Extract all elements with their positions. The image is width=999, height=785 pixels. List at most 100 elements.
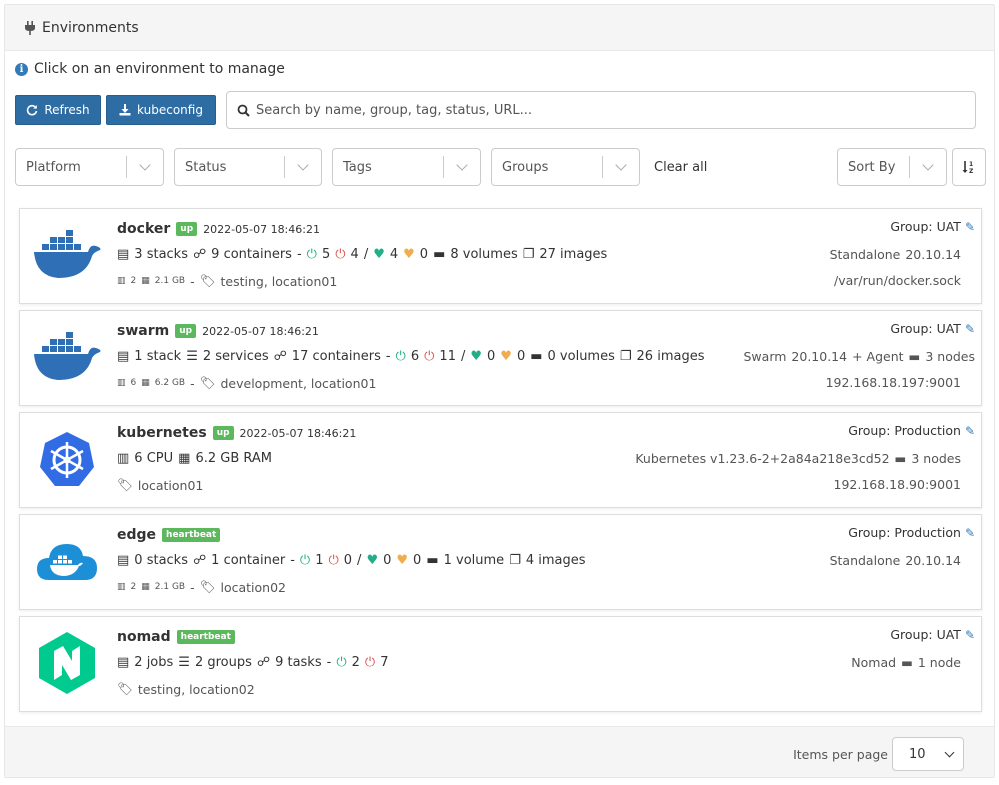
environment-name-text: nomad (117, 629, 171, 645)
environment-item-swarm[interactable]: swarm up 2022-05-07 18:46:21 ▤ 1 stack ☰… (19, 310, 982, 406)
stopped-count: 4 (350, 247, 359, 262)
environment-item-kubernetes[interactable]: kubernetes up 2022-05-07 18:46:21 ▥ 6 CP… (19, 412, 982, 508)
stopped-count: 0 (343, 553, 353, 568)
tags-filter[interactable]: Tags (332, 148, 481, 186)
stacks-icon: ▤ (117, 349, 130, 364)
cpu-count: 2 (130, 582, 137, 592)
info-text: Click on an environment to manage (34, 61, 285, 77)
group-label: Group: UAT ✎ (890, 627, 975, 642)
chevron-down-icon (127, 159, 163, 171)
environment-item-nomad[interactable]: nomad heartbeat ▤ 2 jobs ☰ 2 groups ☍ 9 … (19, 616, 982, 712)
volumes-count: 8 volumes (450, 247, 518, 262)
platform-name: Nomad (851, 655, 897, 670)
tags-text: development, location01 (220, 375, 377, 391)
docker-logo-icon (32, 325, 102, 389)
power-on-icon: ⏻ (395, 349, 406, 364)
environment-name: swarm up 2022-05-07 18:46:21 (117, 323, 319, 339)
sort-by-select[interactable]: Sort By (837, 148, 947, 186)
platform-version: 20.10.14 (905, 247, 961, 262)
platform-name: Kubernetes v1.23.6-2+2a84a218e3cd52 (635, 451, 890, 466)
jobs-count: 2 jobs (134, 655, 174, 670)
kubeconfig-button[interactable]: kubeconfig (106, 95, 216, 125)
running-count: 5 (321, 247, 331, 262)
status-filter[interactable]: Status (174, 148, 322, 186)
svg-text:Z: Z (969, 168, 974, 175)
tags-icon: 🏷 (117, 681, 133, 696)
environment-item-docker[interactable]: docker up 2022-05-07 18:46:21 ▤ 3 stacks… (19, 208, 982, 304)
separator: - (385, 349, 391, 364)
running-count: 1 (315, 553, 324, 568)
status-badge: up (175, 324, 197, 338)
platform-info: Nomad ▬ 1 node (851, 655, 961, 670)
clone-icon: ❐ (509, 553, 521, 568)
hdd-icon: ▬ (530, 349, 543, 364)
edit-pencil-icon[interactable]: ✎ (965, 526, 975, 540)
group-text: Group: Production (848, 525, 961, 540)
search-box[interactable] (226, 91, 976, 129)
environment-name: kubernetes up 2022-05-07 18:46:21 (117, 425, 356, 441)
tags-icon: 🏷 (117, 477, 133, 492)
items-per-page-select[interactable]: 10 (892, 737, 964, 771)
edit-pencil-icon[interactable]: ✎ (965, 628, 975, 642)
group-label: Group: Production ✎ (848, 423, 975, 438)
power-off-icon: ⏻ (335, 247, 346, 262)
cubes-icon: ☍ (193, 247, 207, 262)
images-count: 4 images (525, 553, 586, 568)
edit-pencil-icon[interactable]: ✎ (965, 424, 975, 438)
services-count: 2 services (202, 349, 269, 364)
svg-text:1: 1 (969, 161, 973, 168)
edit-pencil-icon[interactable]: ✎ (965, 322, 975, 336)
refresh-icon (27, 104, 38, 116)
refresh-label: Refresh (44, 103, 90, 117)
group-text: Group: Production (848, 423, 961, 438)
separator: - (190, 375, 195, 391)
chevron-down-icon (444, 159, 480, 171)
status-badge: heartbeat (176, 630, 235, 644)
power-on-icon: ⏻ (299, 553, 311, 568)
separator: - (296, 247, 302, 262)
docker-cloud-logo-icon (32, 529, 102, 593)
refresh-button[interactable]: Refresh (15, 95, 101, 125)
cpu-count: 6 (130, 378, 137, 388)
containers-count: 1 container (211, 553, 286, 568)
memory-icon: ▦ (141, 276, 150, 286)
stacks-icon: ▤ (117, 247, 130, 262)
cpu-icon: ▥ (117, 451, 130, 466)
environment-stats: ▥ 6 CPU ▦ 6.2 GB RAM (117, 451, 272, 466)
platform-info: Kubernetes v1.23.6-2+2a84a218e3cd52 ▬ 3 … (635, 451, 961, 466)
cpu-icon: ▥ (117, 582, 126, 592)
panel-title: Environments (24, 20, 139, 36)
environment-meta: ▥ 2 ▦ 2.1 GB - 🏷 location02 (117, 579, 286, 595)
search-input[interactable] (256, 102, 956, 118)
healthy-count: 0 (383, 553, 392, 568)
power-on-icon: ⏻ (306, 247, 317, 262)
platform-version: 20.10.14 (791, 349, 848, 364)
group-label: Group: UAT ✎ (890, 321, 975, 336)
clear-all-link[interactable]: Clear all (654, 160, 707, 175)
timestamp: 2022-05-07 18:46:21 (203, 222, 320, 236)
running-count: 2 (351, 655, 360, 670)
environment-url: /var/run/docker.sock (834, 273, 961, 288)
unhealthy-heart-icon: ♥ (500, 349, 512, 364)
separator: / (357, 553, 362, 568)
heartbeat-icon: ♥ (470, 349, 483, 364)
groups-filter[interactable]: Groups (491, 148, 640, 186)
tags-text: testing, location01 (220, 273, 338, 289)
agent-label: + Agent (852, 349, 904, 364)
group-text: Group: UAT (890, 627, 961, 642)
sort-order-button[interactable]: 1Z (952, 148, 986, 186)
sort-alpha-icon: 1Z (962, 161, 974, 175)
stopped-count: 11 (439, 349, 456, 364)
images-count: 26 images (636, 349, 705, 364)
separator: - (190, 273, 195, 289)
edit-pencil-icon[interactable]: ✎ (965, 220, 975, 234)
timestamp: 2022-05-07 18:46:21 (239, 426, 357, 440)
environments-panel: Environments i Click on an environment t… (4, 4, 995, 778)
platform-version: 20.10.14 (905, 553, 961, 568)
platform-filter[interactable]: Platform (15, 148, 164, 186)
power-off-icon: ⏻ (424, 349, 435, 364)
power-off-icon: ⏻ (364, 655, 376, 670)
panel-title-text: Environments (42, 20, 139, 36)
status-badge: heartbeat (162, 528, 221, 542)
environment-item-edge[interactable]: edge heartbeat ▤ 0 stacks ☍ 1 container … (19, 514, 982, 610)
